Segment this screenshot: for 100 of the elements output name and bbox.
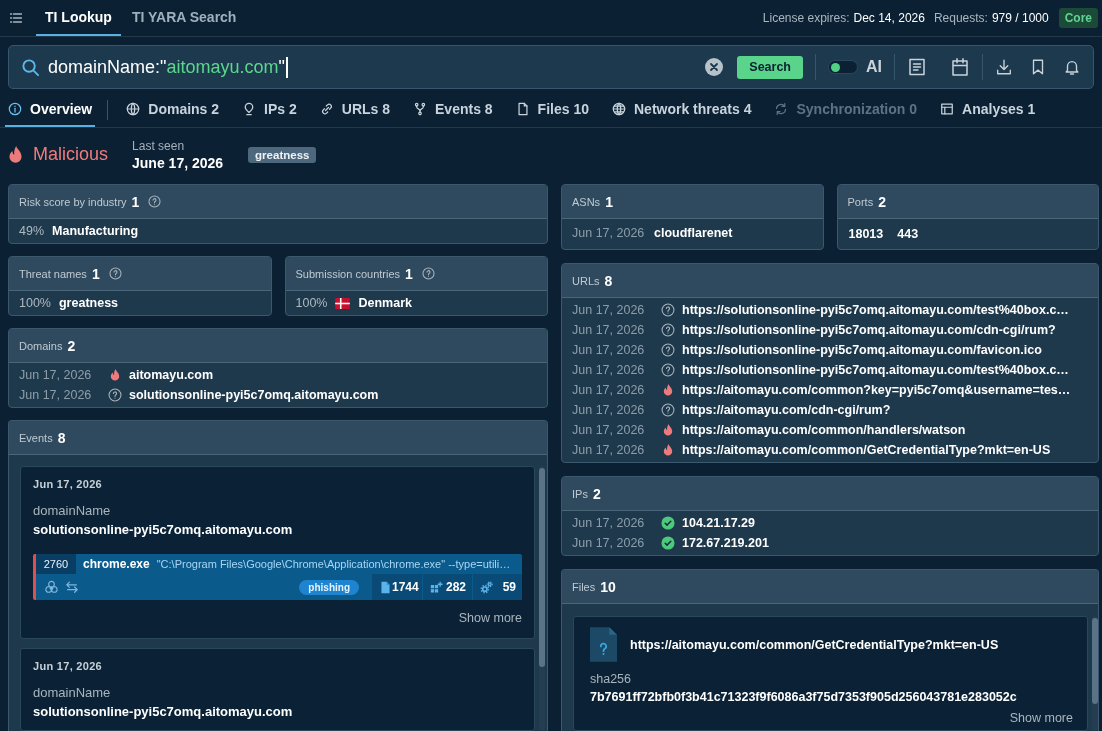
field-value: solutionsonline-pyi5c7omq.aitomayu.com — [33, 704, 294, 719]
search-button[interactable]: Search — [737, 55, 803, 79]
menu-icon[interactable] — [10, 13, 22, 23]
nav-tab[interactable]: TI Lookup — [36, 0, 121, 36]
tab[interactable]: URLs 8 — [316, 92, 393, 127]
tab[interactable]: Overview — [5, 92, 96, 127]
clear-icon[interactable] — [705, 58, 724, 76]
card-count: 1 — [91, 265, 100, 282]
bell-icon[interactable] — [1063, 58, 1081, 76]
field-value: solutionsonline-pyi5c7omq.aitomayu.com — [33, 522, 294, 537]
stat-count: 1744 — [392, 580, 419, 594]
asn-name[interactable]: cloudflarenet — [654, 226, 733, 240]
ip-link[interactable]: 104.21.17.29 — [682, 516, 755, 530]
file-icon — [515, 101, 530, 116]
tab[interactable]: Analyses 1 — [937, 92, 1039, 127]
date-text: Jun 17, 2026 — [572, 343, 646, 357]
license-label: License expires: — [762, 11, 850, 25]
tab[interactable]: Domains 2 — [123, 92, 223, 127]
tab[interactable]: IPs 2 — [239, 92, 300, 127]
flame-icon — [661, 423, 675, 437]
url-link[interactable]: https://solutionsonline-pyi5c7omq.aitomayu.com/test%40box.c… — [682, 303, 1069, 317]
date-text: Jun 17, 2026 — [572, 443, 646, 457]
help-icon[interactable] — [108, 267, 122, 280]
flag-icon — [335, 297, 351, 309]
threat-tag[interactable]: phishing — [299, 579, 359, 595]
url-link[interactable]: https://aitomayu.com/common/handlers/watson — [682, 423, 966, 437]
date-text: Jun 17, 2026 — [19, 368, 93, 382]
tag[interactable]: greatness — [248, 146, 317, 163]
url-link[interactable]: https://aitomayu.com/common?key=pyi5c7omq&username=tes… — [682, 383, 1071, 397]
field-label: domainName — [33, 685, 112, 700]
search-icon — [21, 57, 40, 77]
tab[interactable]: Files 10 — [512, 92, 592, 127]
check-circle-icon — [661, 536, 675, 550]
date-text: Jun 17, 2026 — [572, 536, 646, 550]
field-label: domainName — [33, 503, 112, 518]
card-title: Ports — [847, 195, 874, 208]
notes-icon[interactable] — [907, 57, 927, 77]
date-text: Jun 17, 2026 — [572, 303, 646, 317]
process-id: 2760 — [36, 554, 76, 574]
swap-arrows-icon — [65, 580, 79, 594]
url-link[interactable]: https://solutionsonline-pyi5c7omq.aitomayu.com/cdn-cgi/rum? — [682, 323, 1056, 337]
file-question-icon — [590, 627, 617, 662]
scrollbar[interactable] — [539, 466, 545, 731]
date-text: Jun 17, 2026 — [572, 423, 646, 437]
process-name: chrome.exe — [83, 557, 150, 571]
show-more-link[interactable]: Show more — [458, 611, 522, 625]
card-count: 8 — [57, 429, 66, 446]
url-link[interactable]: https://aitomayu.com/cdn-cgi/rum? — [682, 403, 891, 417]
date-text: Jun 17, 2026 — [572, 383, 646, 397]
window-icon — [940, 101, 955, 116]
refresh-icon — [774, 101, 789, 116]
card-title: Threat names — [19, 267, 87, 280]
card-title: Events — [19, 431, 53, 444]
url-link[interactable]: https://solutionsonline-pyi5c7omq.aitomayu.com/test%40box.c… — [682, 363, 1069, 377]
card-count: 10 — [600, 578, 616, 595]
ai-switch[interactable] — [828, 60, 858, 74]
stat-count: 59 — [502, 580, 516, 594]
hash-label: sha256 — [590, 672, 632, 686]
scrollbar[interactable] — [1092, 616, 1098, 731]
search-field[interactable]: domainName:"aitomayu.com" — [48, 54, 706, 80]
ai-label: AI — [866, 58, 882, 76]
license-date: Dec 14, 2026 — [853, 11, 925, 25]
port-number: 443 — [897, 227, 919, 241]
card-title: IPs — [572, 487, 588, 500]
requests-count: 979 / 1000 — [991, 11, 1049, 25]
calendar-icon[interactable] — [950, 57, 970, 77]
url-link[interactable]: https://solutionsonline-pyi5c7omq.aitomayu.com/favicon.ico — [682, 343, 1042, 357]
flame-icon — [661, 383, 675, 397]
card-count: 1 — [131, 193, 140, 210]
flame-icon — [661, 443, 675, 457]
card-title: URLs — [572, 274, 600, 287]
last-seen-date: June 17, 2026 — [132, 154, 224, 171]
three-rings-icon — [44, 579, 59, 595]
domain-link[interactable]: aitomayu.com — [129, 368, 214, 382]
card-count: 1 — [405, 265, 413, 282]
domain-link[interactable]: solutionsonline-pyi5c7omq.aitomayu.com — [129, 388, 379, 402]
card-count: 1 — [605, 193, 613, 210]
process-bar[interactable]: 2760 chrome.exe "C:\Program Files\Google\Chrome\Application\chrome.exe" --type=utili… phishing 1744 282 59 — [33, 554, 522, 600]
file-name[interactable]: https://aitomayu.com/common/GetCredentialType?mkt=en-US — [630, 637, 999, 652]
help-icon[interactable] — [421, 267, 435, 280]
show-more-link[interactable]: Show more — [1009, 711, 1073, 725]
date-text: Jun 17, 2026 — [572, 226, 646, 240]
industry-name: Manufacturing — [52, 224, 139, 238]
nav-tab[interactable]: TI YARA Search — [122, 0, 246, 36]
check-circle-icon — [661, 516, 675, 530]
help-icon[interactable] — [148, 195, 162, 208]
download-icon[interactable] — [995, 58, 1013, 76]
card-count: 2 — [878, 193, 886, 210]
globe-icon — [126, 101, 141, 116]
url-link[interactable]: https://aitomayu.com/common/GetCredentialType?mkt=en-US — [682, 443, 1051, 457]
tab[interactable]: Events 8 — [410, 92, 496, 127]
share-percent: 100% — [295, 296, 328, 310]
last-seen-label: Last seen — [132, 138, 186, 153]
flame-icon — [9, 146, 22, 163]
card-title: ASNs — [572, 195, 601, 208]
port-number: 18013 — [848, 227, 884, 241]
date-text: Jun 17, 2026 — [19, 388, 93, 402]
tab[interactable]: Network threats 4 — [609, 92, 755, 127]
threat-name[interactable]: greatness — [59, 296, 119, 310]
ip-link[interactable]: 172.67.219.201 — [682, 536, 769, 550]
